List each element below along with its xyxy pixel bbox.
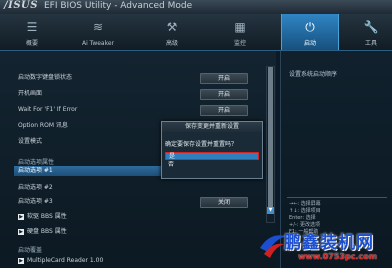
item-description: 设置系统启动顺序 [289, 71, 338, 78]
setting-boot-logo[interactable]: 开机画面 开启 [18, 88, 268, 100]
setting-label: Option ROM 讯息 [18, 122, 68, 129]
monitor-icon: ▦ [234, 20, 246, 34]
setting-label: 设置模式 [18, 138, 43, 145]
tools-icon: ⚒ [166, 20, 178, 34]
dialog-question: 确定要保存设置并重置吗？ [165, 141, 238, 148]
override-item[interactable]: ▶ MultipleCard Reader 1.00 [18, 255, 268, 266]
dialog-yes-option[interactable]: 是 [165, 152, 259, 160]
setting-label: Wait For 'F1' If Error [18, 106, 78, 113]
tab-label: 监控 [233, 40, 246, 47]
help-line: ↑↓: 选择项目 [289, 208, 321, 214]
main-nav: ☰ 概要 ≋ Ai Tweaker ⚒ 高级 ▦ 监控 ⏻ 启动 🔧 工具 [0, 14, 392, 51]
submenu-arrow-icon: ▶ [18, 257, 24, 264]
boot-option-label: 启动选项 #2 [18, 184, 53, 191]
setting-wait-f1[interactable]: Wait For 'F1' If Error 开启 [18, 104, 268, 116]
boot-option-2[interactable]: 启动选项 #2 [18, 182, 268, 193]
override-item-label: MultipleCard Reader 1.00 [27, 257, 104, 264]
dialog-title: 保存变更并重新设置 [162, 122, 262, 132]
scrollbar[interactable]: ▼ [266, 66, 275, 223]
power-icon: ⏻ [305, 20, 315, 34]
wrench-icon: 🔧 [363, 20, 379, 34]
tab-advanced[interactable]: ⚒ 高级 [144, 14, 200, 50]
list-icon: ☰ [26, 20, 38, 34]
setting-value[interactable]: 开启 [200, 73, 248, 84]
boot-section-title: 启动选项属性 [18, 159, 55, 166]
setting-label: 启动数字键盘锁状态 [18, 74, 73, 81]
override-title: 启动覆盖 [18, 247, 43, 254]
boot-option-3[interactable]: 启动选项 #3 关闭 [18, 196, 268, 208]
save-reset-dialog: 保存变更并重新设置 确定要保存设置并重置吗？ 是 否 [161, 121, 263, 179]
floppy-bbs-priority[interactable]: ▶ 软驱 BBS 属性 [18, 211, 268, 222]
window-title: EFI BIOS Utility - Advanced Mode [44, 1, 193, 11]
tab-main[interactable]: ☰ 概要 [4, 14, 60, 50]
help-divider [287, 197, 387, 198]
setting-value[interactable]: 开启 [200, 89, 248, 100]
tab-label: 启动 [303, 40, 316, 47]
title-bar: /ISUS EFI BIOS Utility - Advanced Mode [0, 0, 392, 15]
tab-tool[interactable]: 🔧 工具 [350, 14, 392, 50]
scroll-down-icon[interactable]: ▼ [267, 207, 274, 214]
tab-ai-tweaker[interactable]: ≋ Ai Tweaker [70, 14, 126, 50]
setting-numlock[interactable]: 启动数字键盘锁状态 开启 [18, 72, 268, 84]
tab-label: 高级 [165, 40, 178, 47]
setting-label: 开机画面 [18, 90, 43, 97]
boot-option-label: 启动选项 #3 [18, 198, 53, 205]
setting-value[interactable]: 开启 [200, 105, 248, 116]
boot-option-value[interactable]: 关闭 [200, 197, 248, 208]
watermark: 鹏鑫装机网 www.0753pc.com [258, 228, 392, 268]
dialog-no-option[interactable]: 否 [165, 161, 262, 169]
priority-label: 软驱 BBS 属性 [27, 213, 67, 220]
boot-option-label: 启动选项 #1 [18, 167, 53, 174]
tab-label: Ai Tweaker [81, 40, 115, 47]
tweaker-icon: ≋ [92, 20, 104, 34]
tab-boot[interactable]: ⏻ 启动 [281, 14, 339, 50]
asus-logo: /ISUS [4, 0, 38, 11]
help-line: Enter: 选择 [289, 215, 316, 221]
priority-label: 硬盘 BBS 属性 [27, 228, 67, 235]
hdd-bbs-priority[interactable]: ▶ 硬盘 BBS 属性 [18, 226, 268, 237]
tab-label: 概要 [25, 40, 38, 47]
help-line: →←: 选择屏幕 [289, 201, 321, 207]
scrollbar-thumb[interactable] [268, 67, 273, 207]
submenu-arrow-icon: ▶ [18, 213, 24, 220]
watermark-url: www.0753pc.com [298, 252, 378, 261]
tab-label: 工具 [364, 40, 377, 47]
submenu-arrow-icon: ▶ [18, 228, 24, 235]
watermark-text: 鹏鑫装机网 [284, 233, 374, 253]
tab-monitor[interactable]: ▦ 监控 [212, 14, 268, 50]
